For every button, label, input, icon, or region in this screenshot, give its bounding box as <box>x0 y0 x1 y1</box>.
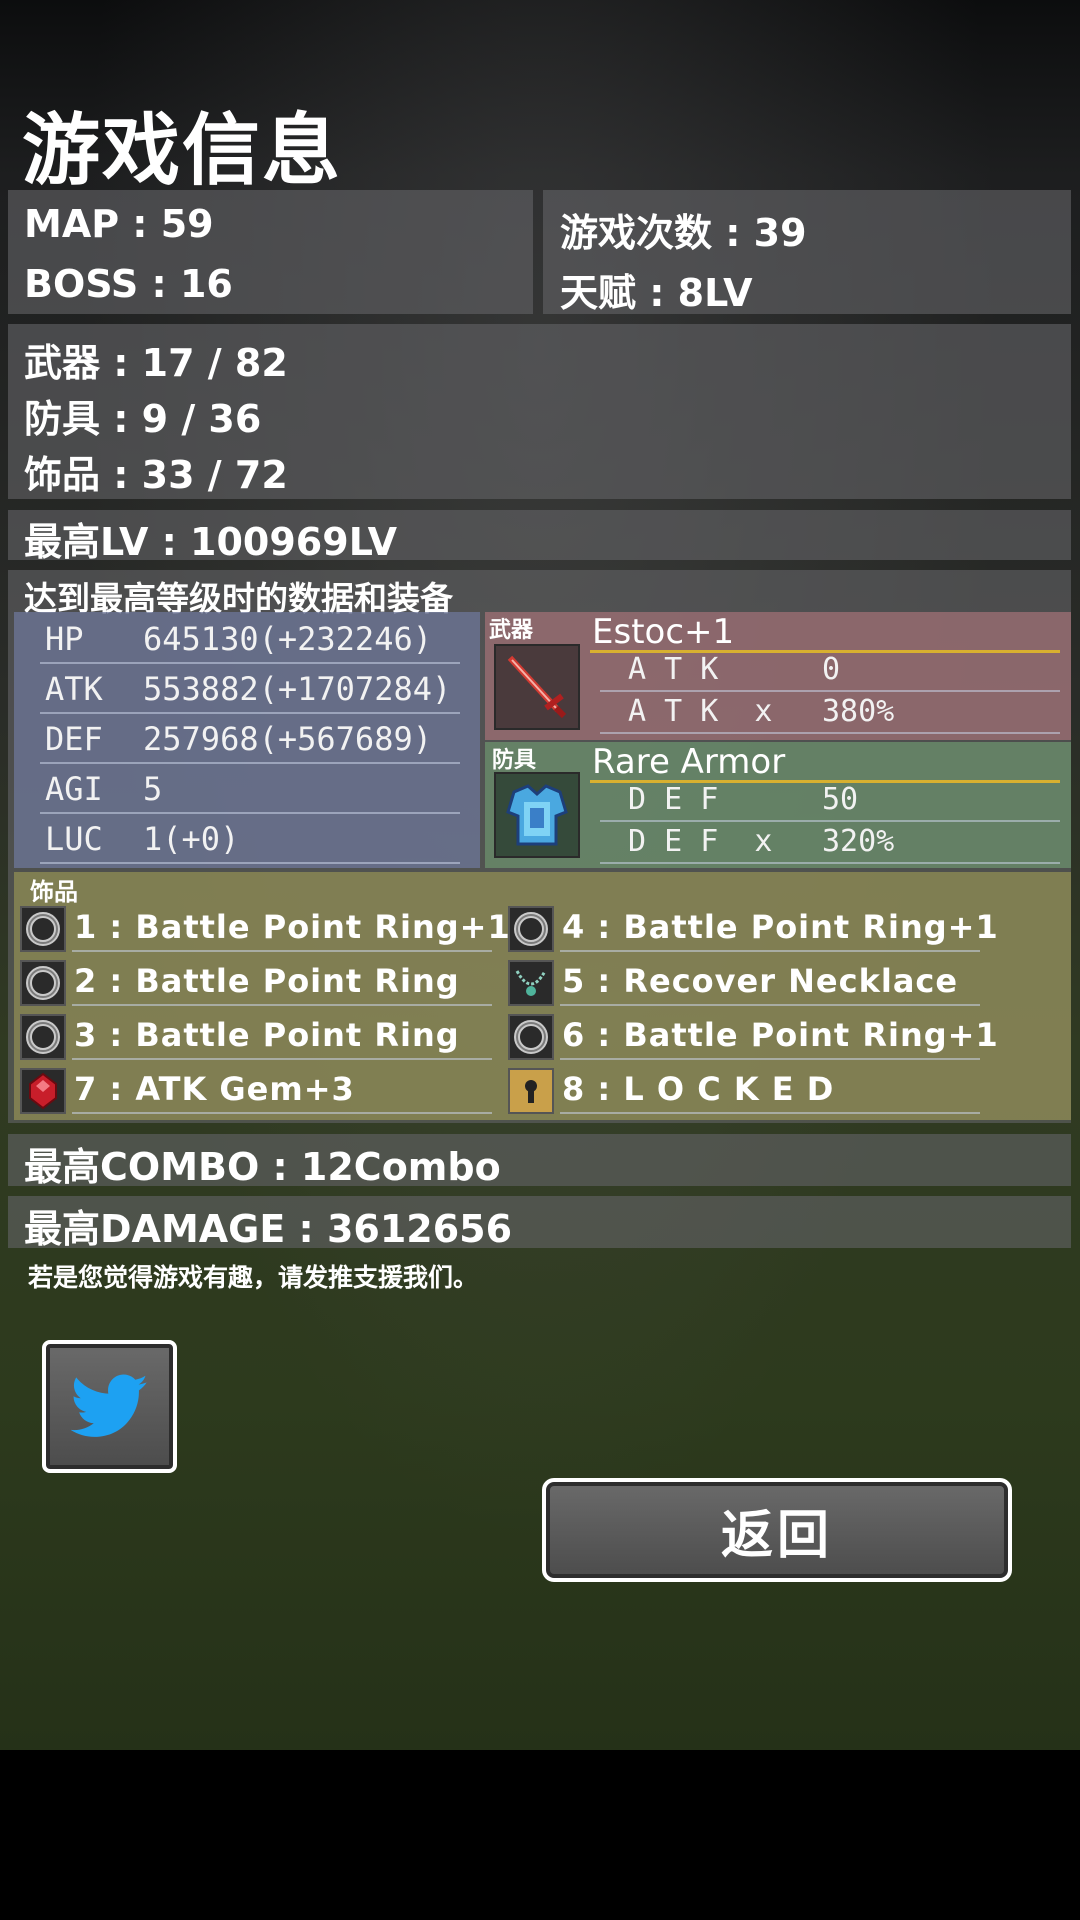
ring-icon <box>26 966 60 1000</box>
weapon-line1-label: A T K <box>628 652 719 687</box>
accessory-slot-3-icon-frame <box>20 1014 66 1060</box>
sword-icon <box>507 655 567 719</box>
back-button-label: 返回 <box>720 1505 833 1566</box>
accessory-slot-7-icon-frame <box>20 1068 66 1114</box>
stat-underline <box>40 662 460 664</box>
armor-icon-frame <box>494 772 580 858</box>
lock-icon <box>525 1080 537 1103</box>
accessory-collection: 饰品 : 33 / 72 <box>24 453 288 497</box>
max-damage-value: 最高DAMAGE : 3612656 <box>24 1207 513 1251</box>
accessory-slot-2-icon-frame <box>20 960 66 1006</box>
armor-line-underline <box>600 862 1060 864</box>
accessory-slot-3: 3 : Battle Point Ring <box>74 1016 460 1054</box>
stat-label-atk: ATK <box>45 670 103 708</box>
back-button[interactable]: 返回 <box>542 1478 1012 1582</box>
accessory-slot-5-icon-frame <box>508 960 554 1006</box>
twitter-share-button[interactable] <box>42 1340 177 1473</box>
stat-underline <box>40 712 460 714</box>
stat-label-hp: HP <box>45 620 84 658</box>
weapon-tag: 武器 <box>489 618 534 643</box>
stat-value-atk: 553882(+1707284) <box>143 670 452 708</box>
armor-line1-label: D E F <box>628 782 719 817</box>
play-count-value: 游戏次数 : 39 <box>560 211 807 255</box>
necklace-icon <box>515 970 547 996</box>
accessory-slot-8: 8 : L O C K E D <box>562 1070 835 1108</box>
weapon-collection: 武器 : 17 / 82 <box>24 341 288 385</box>
stat-label-def: DEF <box>45 720 103 758</box>
weapon-line1-value: 0 <box>822 652 841 687</box>
stat-label-agi: AGI <box>45 770 103 808</box>
armor-line2-value: 320% <box>822 824 895 859</box>
stat-value-def: 257968(+567689) <box>143 720 432 758</box>
accessory-tag: 饰品 <box>30 878 78 906</box>
ring-icon <box>26 912 60 946</box>
weapon-icon-frame <box>494 644 580 730</box>
armor-line-underline <box>600 820 1060 822</box>
accessory-slot-8-icon-frame <box>508 1068 554 1114</box>
armor-collection: 防具 : 9 / 36 <box>24 397 262 441</box>
support-message: 若是您觉得游戏有趣，请发推支援我们。 <box>28 1263 479 1292</box>
armor-tag: 防具 <box>492 748 537 773</box>
stat-label-luc: LUC <box>45 820 103 858</box>
armor-line1-value: 50 <box>822 782 859 817</box>
accessory-underline <box>72 1004 492 1006</box>
accessory-slot-5: 5 : Recover Necklace <box>562 962 959 1000</box>
stat-value-hp: 645130(+232246) <box>143 620 432 658</box>
accessory-slot-2: 2 : Battle Point Ring <box>74 962 460 1000</box>
twitter-bird-icon <box>70 1374 148 1437</box>
accessory-underline <box>72 950 492 952</box>
armor-line2-label: D E F x <box>628 824 773 859</box>
stat-value-luc: 1(+0) <box>143 820 240 858</box>
ring-icon <box>26 1020 60 1054</box>
weapon-line2-label: A T K x <box>628 694 773 729</box>
accessory-slot-1-icon-frame <box>20 906 66 952</box>
accessory-slot-6-icon-frame <box>508 1014 554 1060</box>
ring-icon <box>514 912 548 946</box>
accessory-underline <box>72 1112 492 1114</box>
accessory-slot-1: 1 : Battle Point Ring+1 <box>74 908 511 946</box>
accessory-slot-7: 7 : ATK Gem+3 <box>74 1070 355 1108</box>
talent-value: 天赋 : 8LV <box>560 271 753 315</box>
boss-value: BOSS : 16 <box>24 262 233 306</box>
accessory-underline <box>560 1004 980 1006</box>
accessory-slot-6: 6 : Battle Point Ring+1 <box>562 1016 999 1054</box>
weapon-name: Estoc+1 <box>592 612 735 652</box>
accessory-underline <box>560 950 980 952</box>
accessory-slot-4: 4 : Battle Point Ring+1 <box>562 908 999 946</box>
gem-icon <box>29 1072 57 1110</box>
armor-icon <box>506 784 568 846</box>
stat-value-agi: 5 <box>143 770 163 808</box>
accessory-underline <box>560 1112 980 1114</box>
ring-icon <box>514 1020 548 1054</box>
accessory-underline <box>72 1058 492 1060</box>
stat-underline <box>40 812 460 814</box>
max-level-value: 最高LV : 100969LV <box>24 520 398 564</box>
accessory-underline <box>560 1058 980 1060</box>
map-value: MAP : 59 <box>24 202 214 246</box>
stat-underline <box>40 762 460 764</box>
weapon-line2-value: 380% <box>822 694 895 729</box>
armor-name: Rare Armor <box>592 742 786 782</box>
stat-underline <box>40 862 460 864</box>
weapon-line-underline <box>600 732 1060 734</box>
page-title: 游戏信息 <box>22 106 343 196</box>
weapon-line-underline <box>600 690 1060 692</box>
accessory-slot-4-icon-frame <box>508 906 554 952</box>
max-combo-value: 最高COMBO : 12Combo <box>24 1145 501 1189</box>
